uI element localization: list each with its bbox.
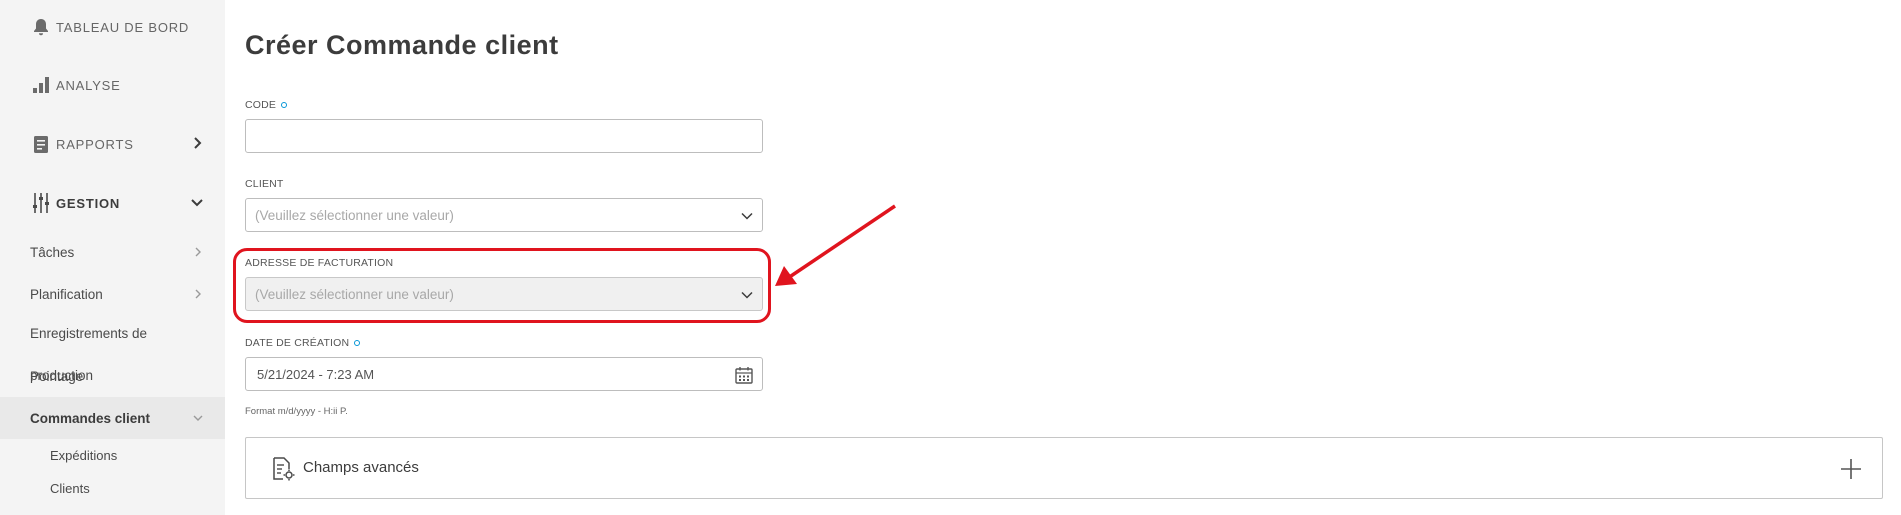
nav-analysis[interactable]: ANALYSE [30, 71, 205, 99]
chevron-right-icon [194, 137, 202, 149]
page-title: Créer Commande client [245, 30, 559, 60]
creation-date-label-text: DATE DE CRÉATION [245, 337, 350, 349]
bar-chart-icon [30, 74, 52, 96]
chevron-down-icon [193, 415, 203, 421]
client-select[interactable]: (Veuillez sélectionner une valeur) [245, 198, 763, 232]
nav-analysis-label: ANALYSE [56, 77, 121, 93]
nav-shipments[interactable]: Expéditions [50, 448, 117, 463]
advanced-fields-label: Champs avancés [303, 459, 419, 476]
nav-clients[interactable]: Clients [50, 481, 90, 496]
nav-management-label: GESTION [56, 195, 121, 211]
nav-production-records-label: Enregistrements de [30, 326, 148, 341]
nav-planning-label: Planification [30, 286, 103, 302]
chevron-down-icon [741, 212, 753, 220]
creation-date-value: 5/21/2024 - 7:23 AM [257, 367, 375, 382]
nav-sales-orders[interactable]: Commandes client [0, 397, 225, 439]
advanced-fields-panel[interactable]: Champs avancés [245, 437, 1883, 499]
nav-management[interactable]: GESTION [30, 189, 205, 217]
plus-icon[interactable] [1838, 456, 1864, 482]
nav-dashboard[interactable]: TABLEAU DE BORD [30, 13, 205, 41]
report-icon [30, 133, 52, 155]
nav-clients-label: Clients [50, 481, 90, 496]
calendar-icon[interactable] [734, 365, 754, 385]
nav-planning[interactable]: Planification [30, 283, 205, 305]
nav-clocking-label: Pointage [30, 369, 84, 384]
code-label: CODE [245, 99, 288, 111]
document-settings-icon [273, 457, 295, 481]
creation-date-label: DATE DE CRÉATION [245, 337, 361, 349]
code-label-text: CODE [245, 99, 277, 111]
nav-reports[interactable]: RAPPORTS [30, 130, 205, 158]
nav-reports-label: RAPPORTS [56, 136, 134, 152]
nav-clocking[interactable]: Pointage [30, 369, 83, 384]
nav-tasks-label: Tâches [30, 244, 75, 260]
nav-shipments-label: Expéditions [50, 448, 118, 463]
sliders-icon [30, 192, 52, 214]
client-label-text: CLIENT [245, 178, 284, 190]
date-format-hint: Format m/d/yyyy - H:ii P. [245, 406, 348, 417]
required-indicator-icon [281, 102, 288, 108]
client-placeholder: (Veuillez sélectionner une valeur) [255, 208, 454, 223]
annotation-arrow-icon [775, 204, 896, 286]
nav-dashboard-label: TABLEAU DE BORD [56, 19, 190, 35]
chevron-right-icon [195, 289, 201, 299]
nav-sales-orders-label: Commandes client [30, 410, 151, 426]
nav-production-records[interactable]: Enregistrements de [30, 326, 147, 341]
required-indicator-icon [354, 340, 361, 346]
client-label: CLIENT [245, 178, 284, 190]
bell-icon [30, 16, 52, 38]
code-input[interactable] [245, 119, 763, 153]
sidebar: TABLEAU DE BORD ANALYSE RAPPORTS GESTION… [0, 0, 225, 515]
creation-date-input[interactable]: 5/21/2024 - 7:23 AM [245, 357, 763, 391]
nav-tasks[interactable]: Tâches [30, 241, 205, 263]
chevron-down-icon [191, 199, 203, 207]
chevron-right-icon [195, 247, 201, 257]
annotation-highlight-box [233, 248, 771, 323]
